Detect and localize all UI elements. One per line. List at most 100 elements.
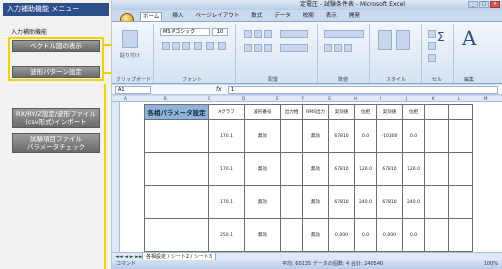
col-header[interactable]: C (208, 96, 211, 101)
table-cell[interactable]: 無効 (302, 185, 329, 219)
table-cell[interactable]: 240.0 (354, 185, 377, 219)
col-header[interactable]: D (242, 96, 245, 101)
table-cell[interactable] (280, 152, 303, 186)
conditional-format-icon[interactable] (378, 30, 392, 50)
table-cell[interactable]: 0.0 (402, 218, 425, 252)
col-header[interactable]: K (432, 96, 435, 101)
header-cell[interactable]: 出力相 (280, 104, 303, 120)
fx-icon[interactable]: fx (216, 85, 222, 95)
table-cell[interactable] (280, 185, 303, 219)
table-cell[interactable]: 120.0 (402, 152, 425, 186)
filler-cell[interactable] (424, 218, 449, 252)
table-cell[interactable]: 0.000 (328, 218, 355, 252)
autosum-icon[interactable]: Σ (437, 30, 445, 44)
table-cell[interactable]: 250.1 (208, 218, 245, 252)
tab-insert[interactable]: 挿入 (170, 12, 185, 21)
filler-cell[interactable] (448, 152, 473, 186)
align-top-icon[interactable] (244, 30, 252, 38)
header-cell[interactable]: RMS出力 (302, 104, 329, 120)
table-cell[interactable]: 120.0 (354, 152, 377, 186)
col-header[interactable]: E (276, 96, 279, 101)
header-cell[interactable]: Aグラフ (208, 104, 245, 120)
paste-icon[interactable] (122, 30, 138, 48)
table-cell[interactable]: 0.0 (354, 218, 377, 252)
tab-data[interactable]: データ (272, 12, 293, 21)
currency-icon[interactable] (324, 44, 332, 52)
font-size-select[interactable]: 10 (212, 28, 228, 36)
filler-cell[interactable] (424, 119, 449, 153)
filler-cell[interactable] (424, 185, 449, 219)
merge-center-icon[interactable] (280, 44, 308, 52)
col-header[interactable]: G (328, 96, 331, 101)
table-title-cell[interactable]: 各相パラメータ設定 (144, 104, 209, 120)
italic-icon[interactable] (172, 42, 180, 50)
col-header[interactable]: M (484, 96, 487, 101)
bold-icon[interactable] (162, 42, 170, 50)
filler-cell[interactable] (424, 104, 449, 120)
filler-cell[interactable] (424, 152, 449, 186)
tab-home[interactable]: ホーム (140, 12, 163, 21)
maximize-icon[interactable]: □ (479, 1, 489, 8)
align-center-icon[interactable] (254, 44, 262, 52)
table-format-icon[interactable] (396, 30, 410, 50)
col-header[interactable]: H (354, 96, 357, 101)
insert-cells-icon[interactable] (428, 30, 436, 38)
number-format-select[interactable] (324, 30, 364, 38)
table-cell[interactable]: 無効 (244, 152, 281, 186)
table-cell[interactable]: 無効 (302, 218, 329, 252)
table-cell[interactable]: 67810 (376, 185, 403, 219)
wrap-text-icon[interactable] (280, 30, 308, 38)
filler-cell[interactable] (448, 104, 473, 120)
col-header[interactable]: J (406, 96, 407, 101)
table-cell[interactable]: 無効 (244, 218, 281, 252)
worksheet[interactable]: 各相パラメータ設定 Aグラフ 波形番号 出力相 RMS出力 実効値 位相 実効値… (120, 102, 502, 252)
percent-icon[interactable] (334, 44, 342, 52)
fill-color-icon[interactable] (206, 42, 214, 50)
header-cell[interactable]: 実効値 (328, 104, 355, 120)
tab-review[interactable]: 校閲 (301, 12, 316, 21)
format-cells-icon[interactable] (428, 54, 436, 62)
find-select-icon[interactable]: A (462, 26, 476, 50)
row-label-cell[interactable]: V1相 (144, 119, 209, 153)
table-cell[interactable]: 0.0 (402, 119, 425, 153)
font-color-icon[interactable] (218, 42, 226, 50)
table-cell[interactable]: 170.1 (208, 119, 245, 153)
header-cell[interactable]: 実効値 (376, 104, 403, 120)
delete-cells-icon[interactable] (428, 42, 436, 50)
table-cell[interactable]: -10300 (376, 119, 403, 153)
table-cell[interactable]: 無効 (244, 185, 281, 219)
col-header[interactable]: F (302, 96, 304, 101)
underline-icon[interactable] (182, 42, 190, 50)
col-header[interactable]: B (164, 96, 167, 101)
comma-icon[interactable] (344, 44, 352, 52)
tab-page-layout[interactable]: ページレイアウト (193, 12, 241, 21)
header-cell[interactable]: 位相 (354, 104, 377, 120)
tab-developer[interactable]: 開発 (347, 12, 362, 21)
table-cell[interactable]: 67810 (328, 119, 355, 153)
tab-formulas[interactable]: 数式 (249, 12, 264, 21)
align-middle-icon[interactable] (254, 30, 262, 38)
parameter-check-button[interactable]: 試験項目ファイル パラメータチェック (12, 133, 100, 153)
row-label-cell[interactable]: VN相 (144, 218, 209, 252)
table-cell[interactable]: 67810 (376, 152, 403, 186)
filler-cell[interactable] (448, 185, 473, 219)
row-label-cell[interactable]: V2相 (144, 152, 209, 186)
table-cell[interactable]: 0.000 (376, 218, 403, 252)
table-cell[interactable]: 170.1 (208, 152, 245, 186)
formula-input[interactable]: 1 (228, 86, 498, 94)
table-cell[interactable] (280, 119, 303, 153)
table-cell[interactable]: 無効 (302, 119, 329, 153)
col-header[interactable]: I (380, 96, 381, 101)
import-csv-button[interactable]: RX/RY/Z設定/波形ファイル (csv形式)インポート (12, 108, 100, 128)
table-cell[interactable]: 無効 (302, 152, 329, 186)
minimize-icon[interactable]: _ (468, 1, 478, 8)
col-header[interactable]: A (124, 96, 127, 101)
col-header[interactable]: L (458, 96, 460, 101)
align-right-icon[interactable] (264, 44, 272, 52)
border-icon[interactable] (194, 42, 202, 50)
align-bottom-icon[interactable] (264, 30, 272, 38)
table-cell[interactable]: 240.0 (402, 185, 425, 219)
row-label-cell[interactable]: V3相 (144, 185, 209, 219)
name-box[interactable]: A1 (115, 86, 151, 94)
table-cell[interactable]: 67810 (328, 185, 355, 219)
